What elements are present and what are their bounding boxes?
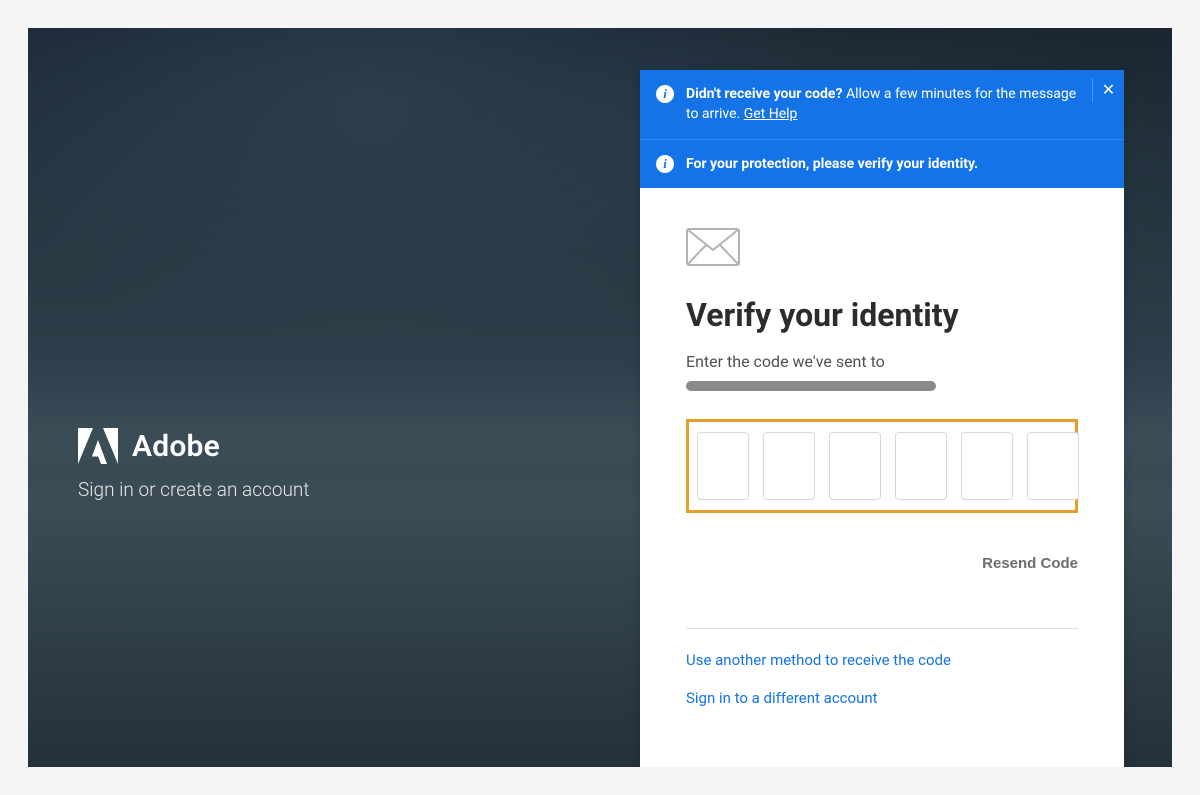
banner-bold: For your protection, please verify your … [686,156,978,172]
code-digit-2[interactable] [763,432,815,500]
resend-code-button[interactable]: Resend Code [982,555,1078,572]
banner-no-code: i Didn't receive your code? Allow a few … [640,70,1124,139]
code-digit-3[interactable] [829,432,881,500]
different-account-link[interactable]: Sign in to a different account [686,689,1078,707]
code-digit-5[interactable] [961,432,1013,500]
get-help-link[interactable]: Get Help [744,106,798,122]
page-title: Verify your identity [686,296,1078,334]
banner-bold: Didn't receive your code? [686,86,842,102]
code-row [697,432,1067,500]
brand-name: Adobe [132,429,220,464]
close-banner-button[interactable]: ✕ [1092,78,1116,102]
code-input-group [686,419,1078,513]
svg-text:i: i [663,156,667,171]
banner-text: Didn't receive your code? Allow a few mi… [686,84,1108,125]
verify-panel: i Didn't receive your code? Allow a few … [640,70,1124,767]
adobe-logo-icon [78,428,118,464]
auth-background: Adobe Sign in or create an account i Did… [28,28,1172,767]
redacted-email [686,381,936,391]
brand-block: Adobe Sign in or create an account [78,428,309,501]
brand-subtitle: Sign in or create an account [78,478,309,501]
close-icon: ✕ [1102,80,1115,100]
info-icon: i [656,85,674,103]
subtitle: Enter the code we've sent to [686,352,1078,371]
mail-icon [686,228,740,266]
svg-text:i: i [663,86,667,101]
info-icon: i [656,155,674,173]
panel-body: Verify your identity Enter the code we'v… [640,188,1124,767]
code-digit-1[interactable] [697,432,749,500]
brand-row: Adobe [78,428,309,464]
banner-protection: i For your protection, please verify you… [640,139,1124,188]
resend-row: Resend Code [686,555,1078,572]
banner-text: For your protection, please verify your … [686,154,1108,174]
code-digit-4[interactable] [895,432,947,500]
divider [686,628,1078,629]
use-another-method-link[interactable]: Use another method to receive the code [686,651,1078,669]
code-digit-6[interactable] [1027,432,1079,500]
